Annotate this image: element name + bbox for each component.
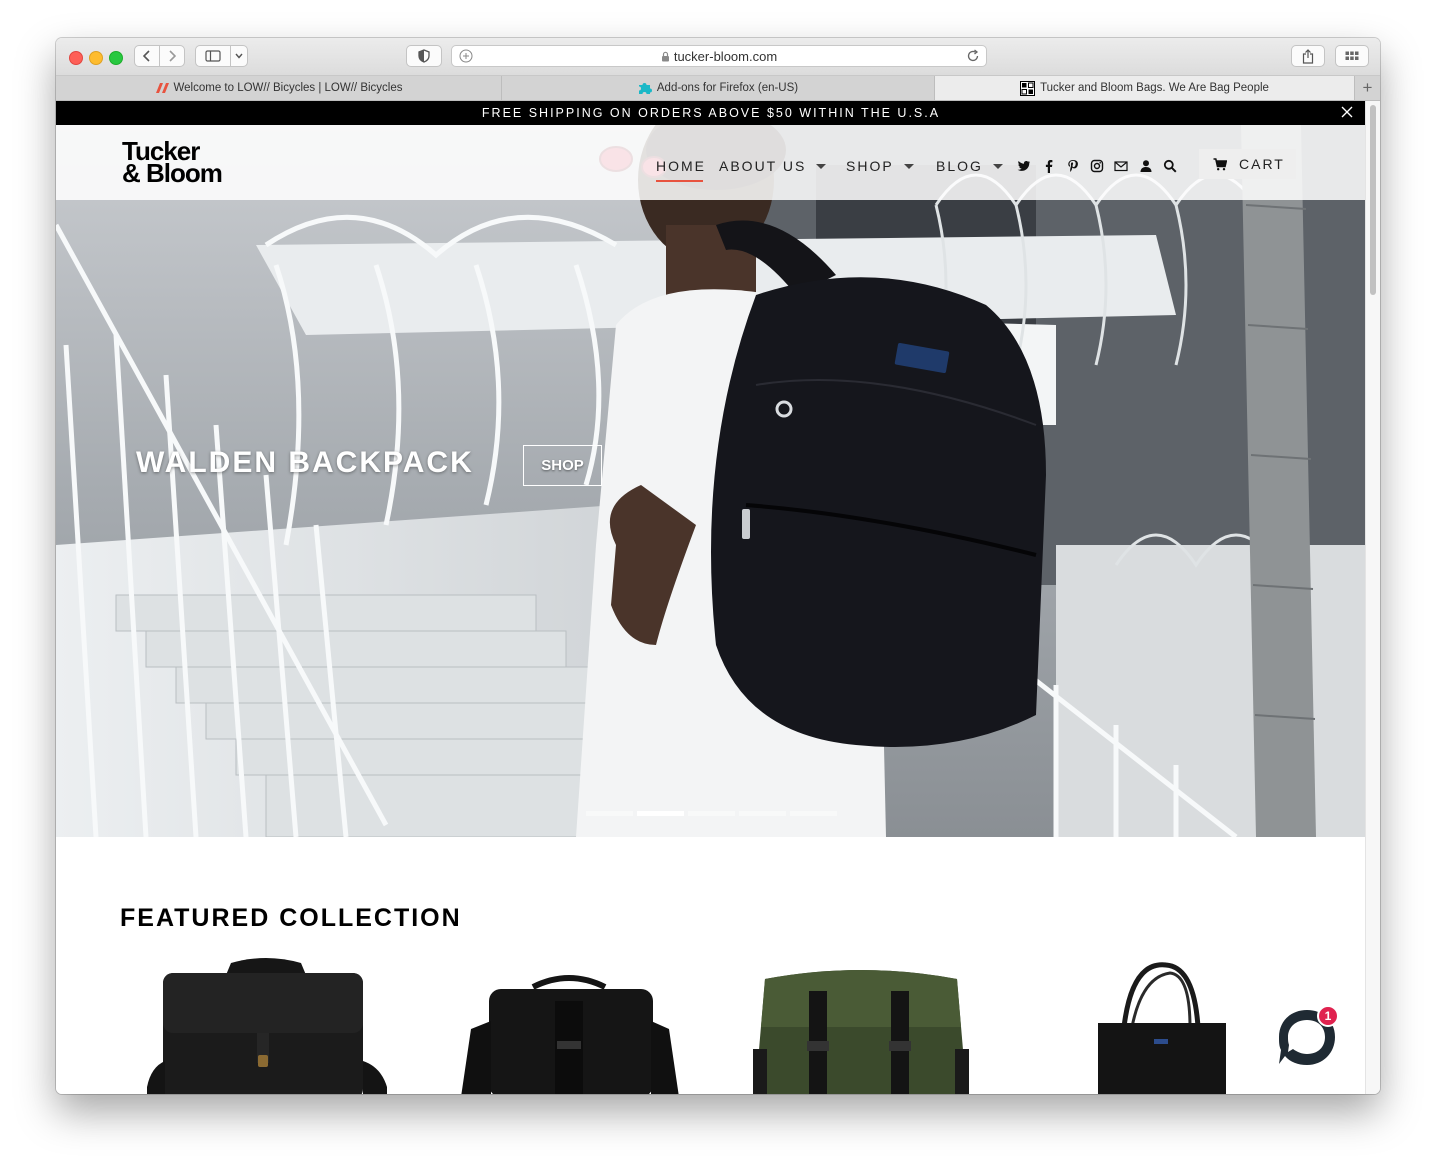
twitter-icon[interactable] (1017, 159, 1031, 173)
reload-icon[interactable] (966, 49, 980, 63)
hero-shop-button[interactable]: SHOP (523, 445, 602, 486)
nav-home-label: HOME (656, 158, 706, 174)
nav-shop[interactable]: SHOP (846, 158, 914, 174)
close-window-button[interactable] (69, 51, 83, 65)
minimize-window-button[interactable] (89, 51, 103, 65)
slide-dot-1[interactable] (586, 811, 633, 816)
tab-overview-button[interactable] (1335, 45, 1369, 67)
shield-icon (418, 49, 430, 63)
chevron-left-icon (143, 50, 150, 62)
url-text: tucker-bloom.com (673, 48, 778, 64)
hero-slideshow (56, 125, 1366, 837)
cart-label: CART (1239, 156, 1285, 172)
nav-about-label: ABOUT US (719, 158, 807, 174)
sidebar-menu-button[interactable] (230, 45, 248, 67)
product-image-black-camera-bag[interactable] (461, 957, 679, 1094)
slide-dot-4[interactable] (739, 811, 786, 816)
browser-window: tucker-bloom.com Welcome to LOW// Bicycl… (56, 38, 1380, 1094)
hero-image (56, 125, 1366, 837)
account-icon[interactable] (1139, 159, 1153, 173)
tab-label: Welcome to LOW// Bicycles | LOW// Bicycl… (173, 82, 403, 94)
cart-button[interactable]: CART (1199, 149, 1296, 179)
caret-down-icon (816, 163, 827, 169)
slide-dot-3[interactable] (688, 811, 735, 816)
forward-button[interactable] (159, 45, 185, 67)
nav-active-underline (656, 180, 703, 182)
facebook-icon[interactable] (1042, 159, 1056, 173)
slide-dot-5[interactable] (790, 811, 837, 816)
lock-icon (661, 51, 669, 61)
search-icon[interactable] (1163, 159, 1177, 173)
logo-line-2: & Bloom (122, 158, 223, 188)
zoom-window-button[interactable] (109, 51, 123, 65)
new-tab-button[interactable]: + (1355, 76, 1380, 100)
web-page: FREE SHIPPING ON ORDERS ABOVE $50 WITHIN… (56, 101, 1366, 1094)
hero-title: WALDEN BACKPACK (136, 446, 474, 479)
tab-low-bicycles[interactable]: Welcome to LOW// Bicycles | LOW// Bicycl… (56, 76, 502, 100)
caret-down-icon (903, 163, 914, 169)
tab-label: Add-ons for Firefox (en-US) (656, 82, 799, 94)
announcement-text: FREE SHIPPING ON ORDERS ABOVE $50 WITHIN… (481, 106, 941, 120)
scrollbar-thumb[interactable] (1370, 105, 1376, 295)
tab-firefox-addons[interactable]: Add-ons for Firefox (en-US) (502, 76, 935, 100)
product-image-black-rucksack[interactable] (141, 957, 391, 1094)
grid-icon (1345, 51, 1359, 60)
hero-shop-label: SHOP (541, 457, 584, 474)
chat-badge-count: 1 (1324, 1009, 1332, 1023)
share-button[interactable] (1291, 45, 1325, 67)
tucker-bloom-favicon-icon (1020, 80, 1036, 96)
nav-home[interactable]: HOME (656, 158, 706, 174)
caret-down-icon (992, 163, 1003, 169)
privacy-report-button[interactable] (406, 45, 442, 67)
close-icon[interactable] (1340, 105, 1354, 119)
slideshow-pagination (586, 811, 837, 816)
nav-shop-label: SHOP (846, 158, 894, 174)
product-image-green-messenger[interactable] (751, 957, 971, 1094)
slide-dot-2[interactable] (637, 811, 684, 816)
page-scrollbar[interactable] (1365, 101, 1380, 1094)
announcement-bar: FREE SHIPPING ON ORDERS ABOVE $50 WITHIN… (56, 101, 1366, 125)
pinterest-icon[interactable] (1066, 159, 1080, 173)
tab-bar: Welcome to LOW// Bicycles | LOW// Bicycl… (56, 76, 1380, 101)
address-bar[interactable]: tucker-bloom.com (451, 45, 987, 67)
low-bicycles-favicon-icon (155, 83, 169, 93)
nav-blog-label: BLOG (936, 158, 983, 174)
chat-notification-badge: 1 (1317, 1005, 1339, 1027)
email-icon[interactable] (1114, 159, 1128, 173)
share-icon (1302, 48, 1314, 64)
tab-label: Tucker and Bloom Bags. We Are Bag People (1040, 82, 1269, 94)
product-image-black-tote[interactable] (1094, 957, 1230, 1094)
back-button[interactable] (134, 45, 160, 67)
sidebar-icon (205, 50, 221, 62)
tab-tucker-bloom[interactable]: Tucker and Bloom Bags. We Are Bag People (935, 76, 1355, 100)
add-page-icon (459, 49, 473, 63)
site-logo[interactable]: Tucker & Bloom (122, 138, 223, 188)
chat-widget-button[interactable]: 1 (1276, 1005, 1339, 1069)
featured-collection-title: FEATURED COLLECTION (120, 904, 462, 932)
nav-blog[interactable]: BLOG (936, 158, 1003, 174)
instagram-icon[interactable] (1090, 159, 1104, 173)
puzzle-piece-icon (638, 83, 652, 94)
chevron-right-icon (169, 50, 176, 62)
chevron-down-icon (235, 53, 243, 59)
plus-icon: + (1362, 78, 1373, 97)
browser-toolbar: tucker-bloom.com (56, 38, 1380, 76)
shopping-cart-icon (1213, 157, 1227, 170)
nav-about-us[interactable]: ABOUT US (719, 158, 827, 174)
sidebar-button[interactable] (195, 45, 231, 67)
